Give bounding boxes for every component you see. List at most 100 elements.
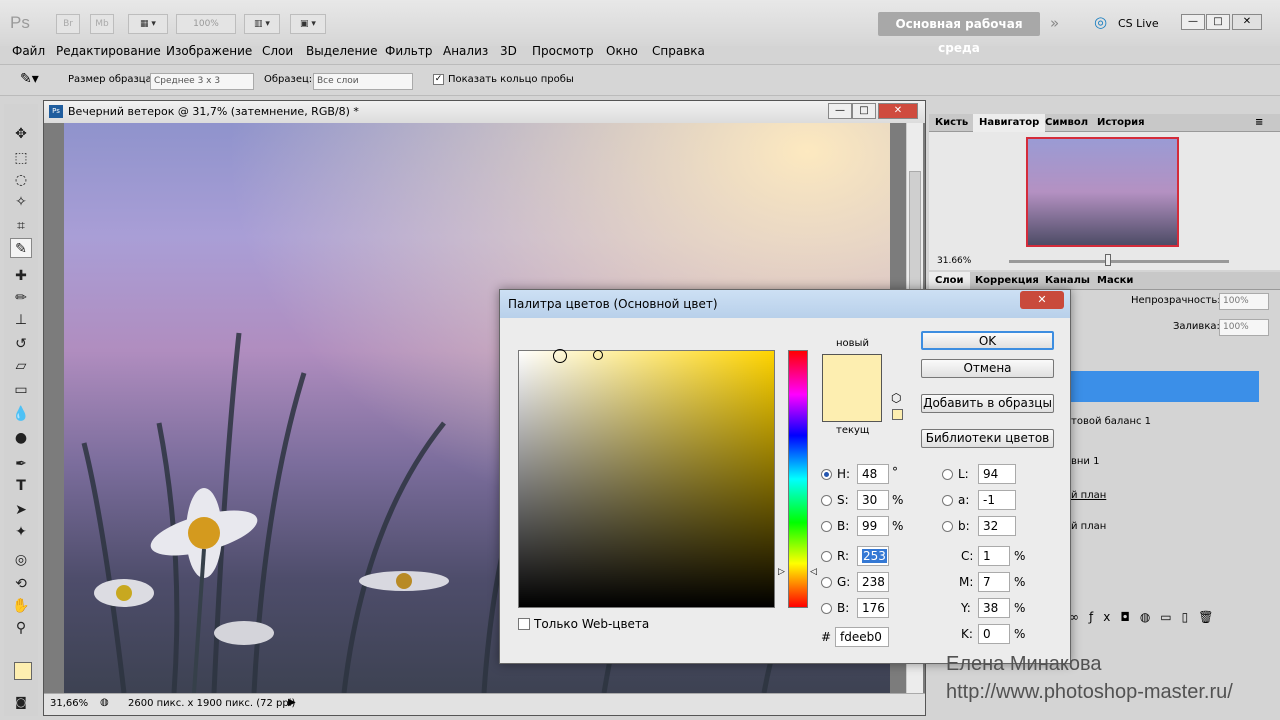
menu-filter[interactable]: Фильтр (385, 44, 432, 58)
radio-b[interactable] (821, 521, 832, 532)
web-safe-swatch[interactable] (892, 409, 903, 420)
ok-button[interactable]: OK (921, 331, 1054, 350)
tab-history[interactable]: История (1091, 114, 1151, 132)
blur-tool-icon[interactable]: 💧 (10, 404, 32, 424)
quick-selection-tool-icon[interactable]: ✧ (10, 192, 32, 212)
zoom-tool-icon[interactable]: ⚲ (10, 618, 32, 638)
doc-close-button[interactable]: ✕ (878, 103, 918, 119)
navigator-slider-handle[interactable] (1105, 254, 1111, 266)
radio-blue[interactable] (821, 603, 832, 614)
blue-field[interactable]: 176 (857, 598, 889, 618)
mini-bridge-button[interactable]: Mb (90, 14, 114, 34)
radio-a[interactable] (942, 495, 953, 506)
hex-field[interactable]: fdeeb0 (835, 627, 889, 647)
sample-size-select[interactable]: Среднее 3 x 3 (150, 73, 254, 90)
gradient-tool-icon[interactable]: ▭ (10, 380, 32, 400)
tab-navigator[interactable]: Навигатор (973, 114, 1046, 132)
zoom-readout[interactable]: 31,66% (50, 698, 88, 709)
close-button[interactable]: ✕ (1232, 14, 1262, 30)
g-field[interactable]: 238 (857, 572, 889, 592)
3d-orbit-tool-icon[interactable]: ⟲ (10, 574, 32, 594)
hand-tool-icon[interactable]: ✋ (10, 596, 32, 616)
shape-tool-icon[interactable]: ✦ (10, 522, 32, 542)
menu-edit[interactable]: Редактирование (56, 44, 161, 58)
radio-s[interactable] (821, 495, 832, 506)
a-field[interactable]: -1 (978, 490, 1016, 510)
panel-menu-icon[interactable]: ≡ (1249, 114, 1269, 132)
menu-layers[interactable]: Слои (262, 44, 293, 58)
clone-stamp-tool-icon[interactable]: ⊥ (10, 310, 32, 330)
more-workspaces-icon[interactable]: » (1050, 14, 1059, 32)
quick-mask-icon[interactable]: ◙ (10, 692, 32, 712)
hue-slider-right-arrow-icon[interactable]: ◁ (810, 567, 817, 577)
radio-lab-b[interactable] (942, 521, 953, 532)
r-field[interactable]: 253 (857, 546, 889, 566)
lasso-tool-icon[interactable]: ◌ (10, 170, 32, 190)
pen-tool-icon[interactable]: ✒ (10, 454, 32, 474)
menu-select[interactable]: Выделение (306, 44, 377, 58)
menu-analysis[interactable]: Анализ (443, 44, 488, 58)
doc-minimize-button[interactable]: — (828, 103, 852, 119)
hue-slider[interactable] (788, 350, 808, 608)
radio-l[interactable] (942, 469, 953, 480)
dodge-tool-icon[interactable]: ● (10, 428, 32, 448)
lab-b-field[interactable]: 32 (978, 516, 1016, 536)
3d-rotate-tool-icon[interactable]: ◎ (10, 550, 32, 570)
navigator-thumbnail[interactable] (1026, 137, 1179, 247)
bridge-button[interactable]: Br (56, 14, 80, 34)
workspace-button[interactable]: Основная рабочая среда (878, 12, 1040, 55)
dialog-close-button[interactable]: ✕ (1020, 291, 1064, 309)
layer-row[interactable]: товой баланс 1 (1071, 416, 1151, 427)
foreground-color-swatch[interactable] (14, 662, 32, 680)
color-field[interactable] (518, 349, 775, 608)
move-tool-icon[interactable]: ✥ (10, 124, 32, 144)
maximize-button[interactable]: □ (1206, 14, 1230, 30)
type-tool-icon[interactable]: T (10, 476, 32, 496)
cancel-button[interactable]: Отмена (921, 359, 1054, 378)
radio-h[interactable] (821, 469, 832, 480)
menu-window[interactable]: Окно (606, 44, 638, 58)
screen-mode-button[interactable]: ▣ ▾ (290, 14, 326, 34)
y-field[interactable]: 38 (978, 598, 1010, 618)
layer-row[interactable]: вни 1 (1071, 456, 1099, 467)
color-field-cursor[interactable] (553, 349, 567, 363)
healing-brush-tool-icon[interactable]: ✚ (10, 266, 32, 286)
tab-adjustments[interactable]: Коррекция (969, 272, 1045, 290)
crop-tool-icon[interactable]: ⌗ (10, 216, 32, 236)
opacity-field[interactable]: 100% (1219, 293, 1269, 310)
navigator-zoom-slider[interactable] (1009, 260, 1229, 263)
layer-row[interactable]: й план (1071, 521, 1106, 532)
minimize-button[interactable]: — (1181, 14, 1205, 30)
arrange-documents-button[interactable]: ▥ ▾ (244, 14, 280, 34)
menu-help[interactable]: Справка (652, 44, 705, 58)
out-of-gamut-cube-icon[interactable]: ⬡ (891, 391, 901, 405)
tab-character[interactable]: Символ (1039, 114, 1094, 132)
k-field[interactable]: 0 (978, 624, 1010, 644)
doc-info-icon[interactable]: ◍ (100, 697, 109, 708)
brush-tool-icon[interactable]: ✏ (10, 288, 32, 308)
color-libraries-button[interactable]: Библиотеки цветов (921, 429, 1054, 448)
b-field[interactable]: 99 (857, 516, 889, 536)
current-color-swatch[interactable] (823, 389, 881, 421)
web-colors-checkbox[interactable] (518, 618, 530, 630)
eraser-tool-icon[interactable]: ▱ (10, 356, 32, 376)
view-extras-button[interactable]: ▦ ▾ (128, 14, 168, 34)
layer-row-selected[interactable] (1069, 371, 1259, 402)
radio-g[interactable] (821, 577, 832, 588)
s-field[interactable]: 30 (857, 490, 889, 510)
menu-3d[interactable]: 3D (500, 44, 517, 58)
menu-file[interactable]: Файл (12, 44, 45, 58)
status-menu-arrow-icon[interactable]: ▶ (288, 697, 296, 708)
doc-maximize-button[interactable]: □ (852, 103, 876, 119)
l-field[interactable]: 94 (978, 464, 1016, 484)
radio-r[interactable] (821, 551, 832, 562)
fill-field[interactable]: 100% (1219, 319, 1269, 336)
cs-live-button[interactable]: CS Live (1118, 17, 1159, 30)
m-field[interactable]: 7 (978, 572, 1010, 592)
c-field[interactable]: 1 (978, 546, 1010, 566)
hue-slider-left-arrow-icon[interactable]: ▷ (778, 567, 785, 577)
eyedropper-tool-icon[interactable]: ✎ (10, 238, 32, 258)
layer-row[interactable]: й план (1071, 490, 1106, 501)
layers-footer-icons[interactable]: ∞ƒx◘◍▭▯🗑 (1069, 610, 1269, 628)
tab-masks[interactable]: Маски (1091, 272, 1139, 290)
